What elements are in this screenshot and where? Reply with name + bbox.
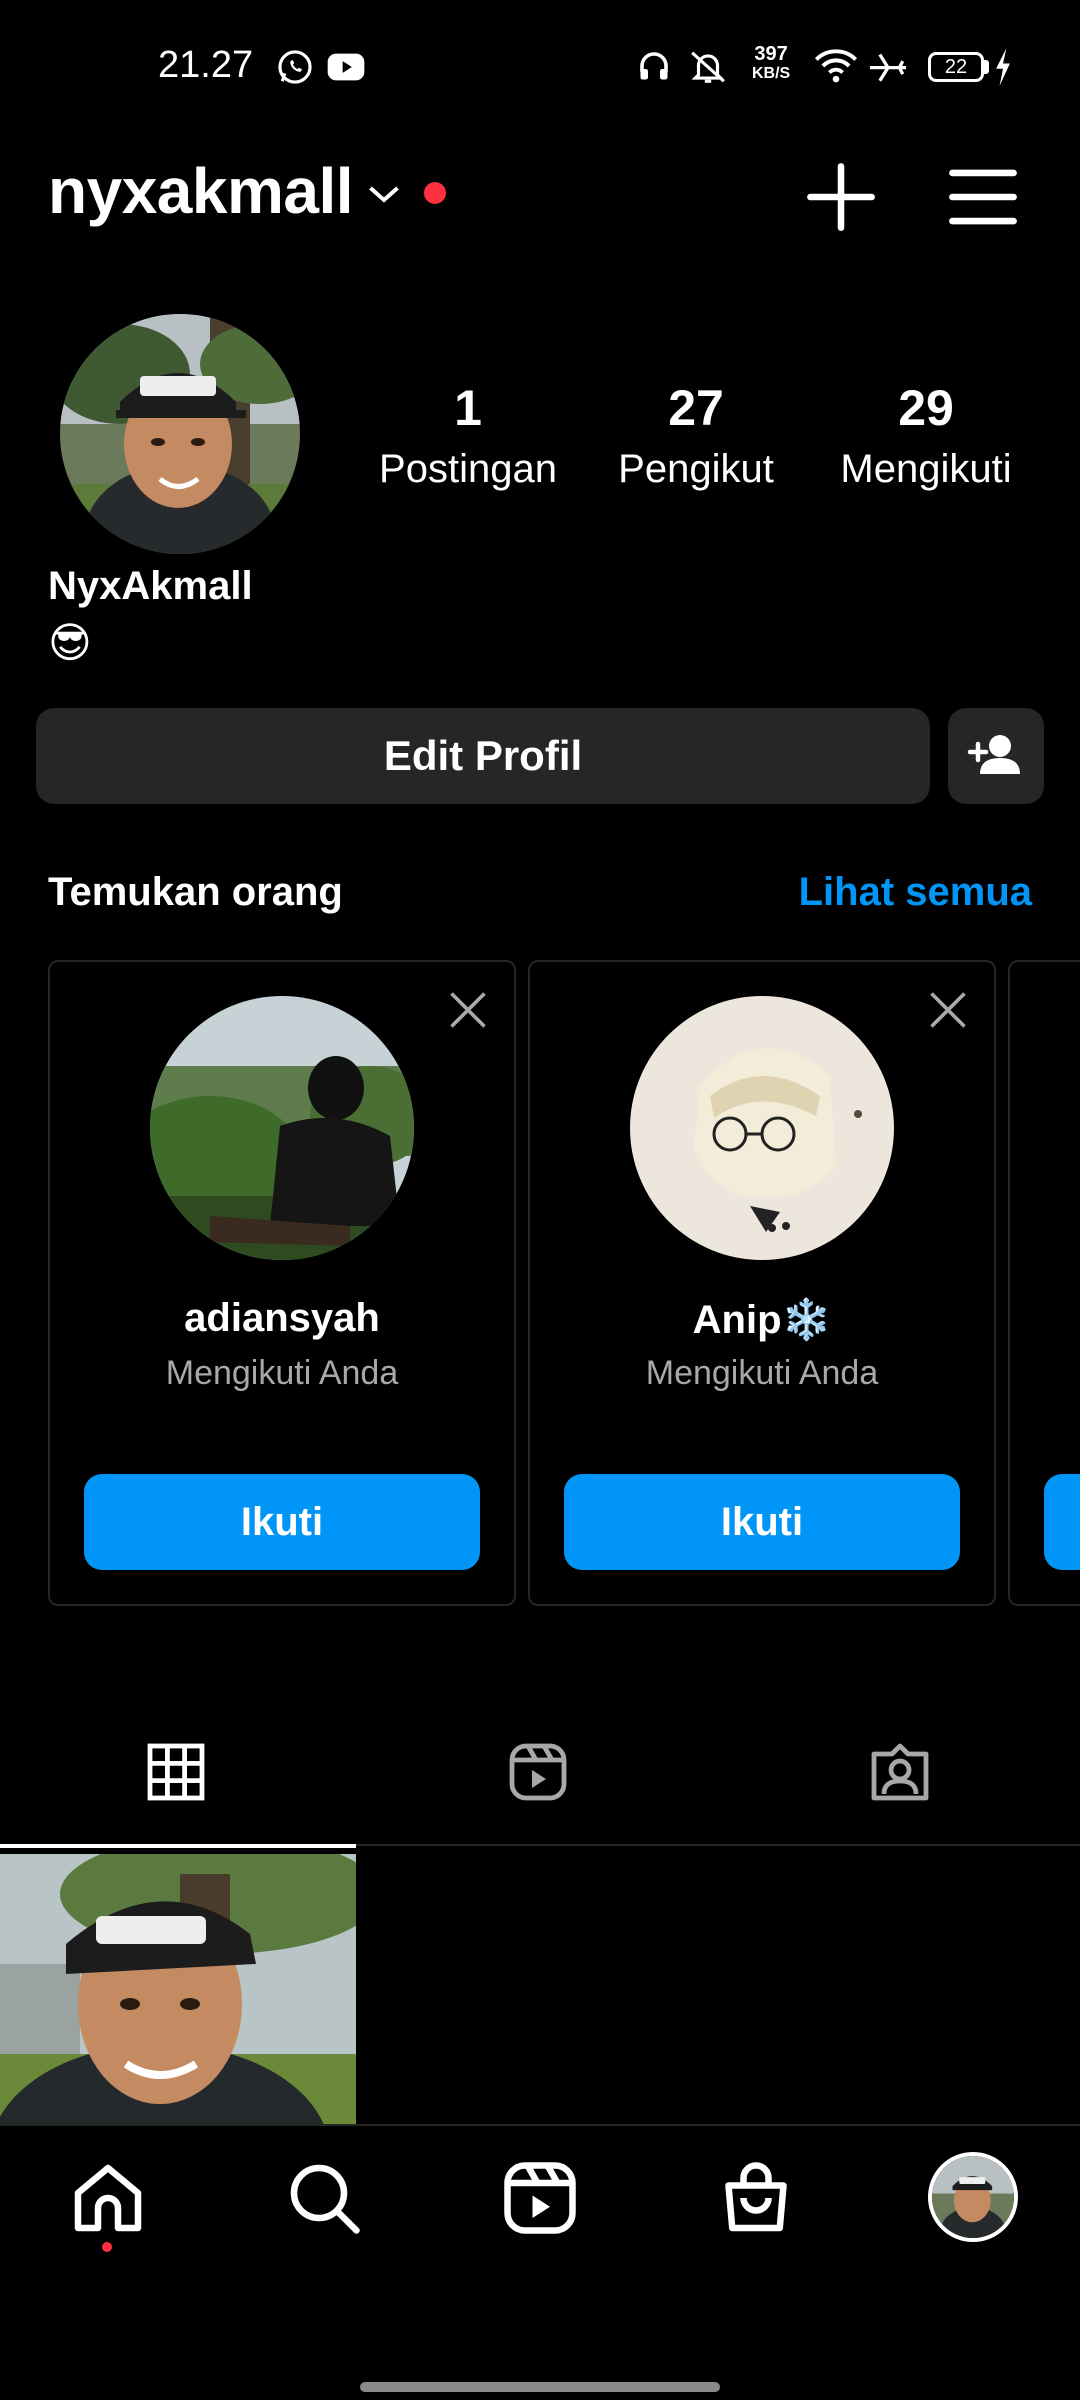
stat-followers-label: Pengikut [618, 447, 774, 491]
status-time: 21.27 [158, 44, 254, 86]
close-icon[interactable] [446, 988, 490, 1032]
home-notification-dot [102, 2242, 112, 2252]
profile-tabs [0, 1700, 1080, 1848]
status-bar: 21.27 397 KB/S 22 [0, 0, 1080, 136]
wifi-icon [814, 49, 858, 83]
youtube-icon [327, 53, 365, 81]
edit-profile-button[interactable]: Edit Profil [36, 708, 930, 804]
suggestion-name: adiansyah [184, 1296, 380, 1340]
battery-icon: 22 [928, 52, 984, 82]
see-all-link[interactable]: Lihat semua [799, 870, 1032, 915]
username[interactable]: nyxakmall [48, 154, 354, 228]
stat-followers[interactable]: 27 Pengikut [598, 378, 794, 500]
shop-icon[interactable] [716, 2158, 796, 2238]
tab-active-indicator [0, 1844, 356, 1848]
hamburger-menu-icon[interactable] [948, 162, 1018, 232]
whatsapp-icon [278, 50, 312, 84]
tab-reels[interactable] [362, 1700, 718, 1846]
bio: 😎 [48, 619, 92, 666]
discover-people-button[interactable] [948, 708, 1044, 804]
profile-header: nyxakmall [0, 140, 1080, 250]
suggestion-name: Anip❄️ [692, 1298, 832, 1342]
stat-following-label: Mengikuti [840, 447, 1012, 491]
display-name: NyxAkmall [48, 564, 253, 608]
stat-posts-label: Postingan [379, 447, 557, 491]
close-icon[interactable] [926, 988, 970, 1032]
stat-posts-count: 1 [454, 380, 482, 436]
stat-followers-count: 27 [668, 380, 724, 436]
suggestion-avatar[interactable] [630, 996, 894, 1260]
profile-avatar[interactable] [60, 314, 300, 554]
stat-following[interactable]: 29 Mengikuti [816, 378, 1036, 500]
reels-icon[interactable] [500, 2158, 580, 2238]
suggestion-subtitle: Mengikuti Anda [645, 1354, 879, 1392]
suggestion-card[interactable]: adiansyah Mengikuti Anda Ikuti [48, 960, 516, 1606]
grid-icon [147, 1743, 205, 1801]
reels-icon [509, 1743, 567, 1801]
search-icon[interactable] [284, 2158, 364, 2238]
suggestion-card-partial[interactable] [1008, 960, 1080, 1606]
tab-tagged[interactable] [724, 1700, 1080, 1846]
tagged-icon [871, 1743, 929, 1801]
home-indicator[interactable] [360, 2382, 720, 2392]
battery-level: 22 [944, 56, 968, 78]
notification-dot [424, 182, 446, 204]
chevron-down-icon[interactable] [366, 180, 402, 208]
net-speed: 397 KB/S [752, 44, 790, 84]
net-speed-value: 397 [754, 43, 788, 65]
post-thumbnail[interactable] [0, 1854, 356, 2124]
suggestion-subtitle: Mengikuti Anda [165, 1354, 399, 1392]
stat-following-count: 29 [898, 380, 954, 436]
suggestion-avatar[interactable] [150, 996, 414, 1260]
battery-tip [984, 60, 989, 74]
create-plus-icon[interactable] [806, 162, 876, 232]
suggestion-card[interactable]: Anip❄️ Mengikuti Anda Ikuti [528, 960, 996, 1606]
add-person-icon [967, 735, 1020, 774]
follow-button[interactable]: Ikuti [564, 1474, 960, 1570]
stat-posts[interactable]: 1 Postingan [366, 378, 570, 500]
discover-title: Temukan orang [48, 870, 343, 914]
net-speed-unit: KB/S [752, 65, 791, 82]
bottom-nav [0, 2124, 1080, 2274]
bell-muted-icon [691, 51, 725, 83]
follow-button[interactable]: Ikuti [84, 1474, 480, 1570]
airplane-icon [870, 53, 906, 82]
charging-icon [996, 48, 1010, 86]
profile-nav-avatar[interactable] [928, 2152, 1018, 2242]
home-icon[interactable] [68, 2158, 148, 2238]
headphones-icon [640, 52, 668, 80]
follow-button-partial[interactable] [1044, 1474, 1080, 1570]
tab-grid[interactable] [0, 1700, 356, 1848]
